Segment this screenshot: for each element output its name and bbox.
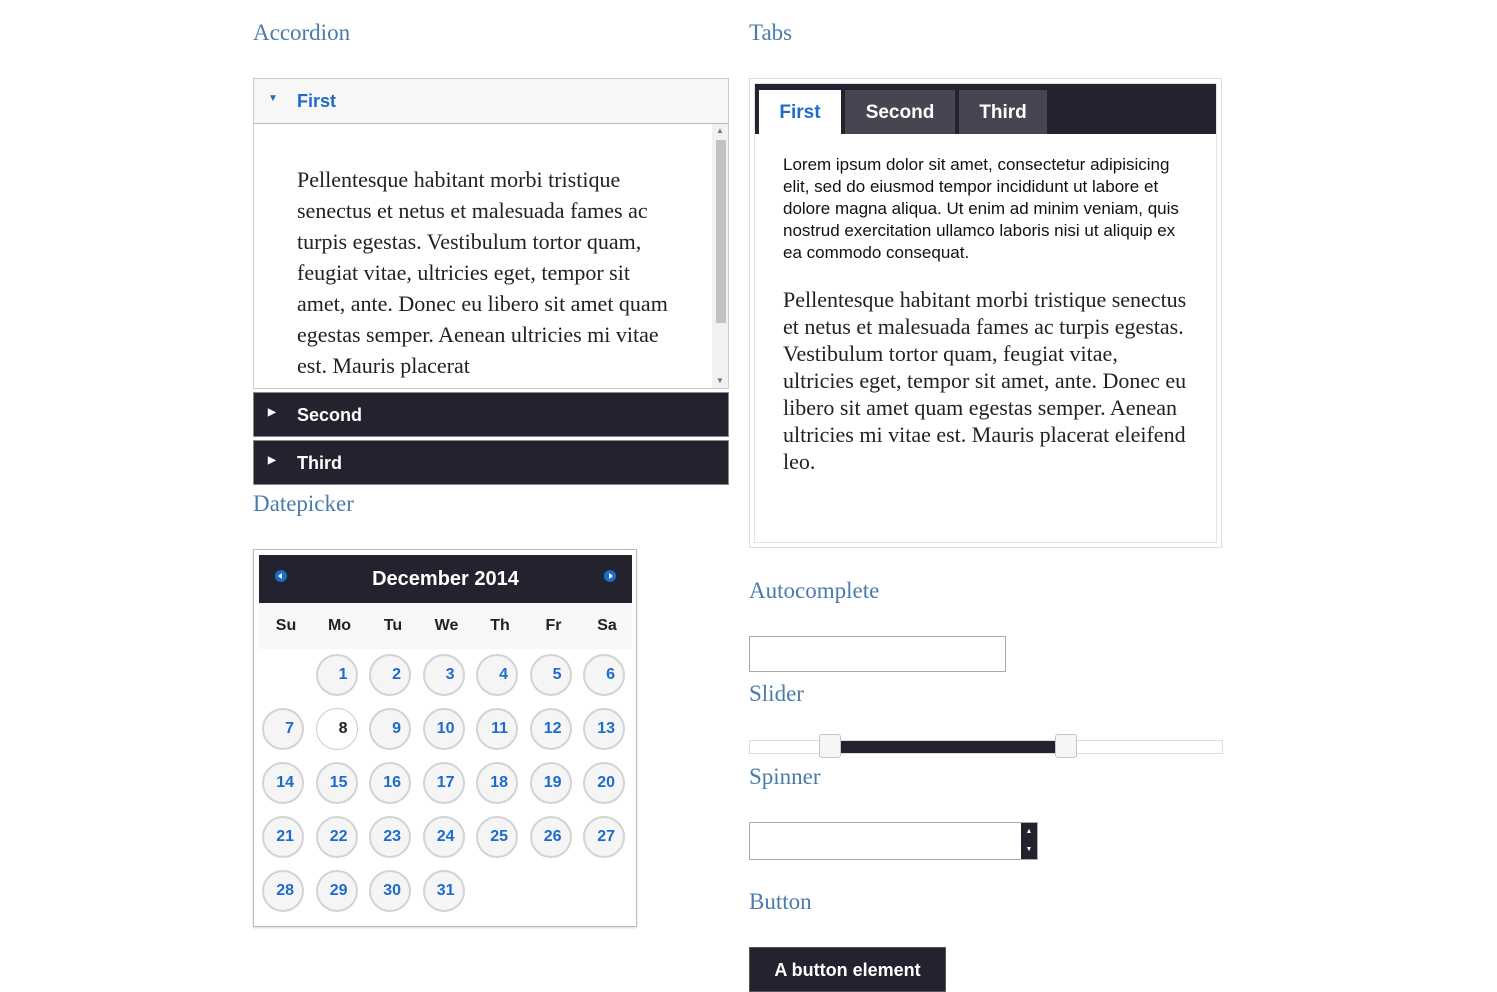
calendar-day-today[interactable]: 8 [315, 708, 358, 750]
calendar-day[interactable]: 29 [315, 870, 358, 912]
weekday-label: Tu [383, 617, 403, 634]
calendar-day[interactable]: 27 [583, 816, 625, 858]
accordion-header-third[interactable]: ▶ Third [253, 440, 729, 485]
tab-panel-paragraph-1: Lorem ipsum dolor sit amet, consectetur … [783, 155, 1179, 262]
spinner-input[interactable] [750, 823, 1018, 859]
accordion-panel-first: Pellentesque habitant morbi tristique se… [253, 124, 729, 389]
weekday-label: Fr [545, 617, 562, 634]
calendar-day[interactable]: 1 [315, 654, 358, 696]
tabs-heading: Tabs [749, 20, 793, 45]
weekday-label: Mo [327, 617, 352, 634]
calendar-day[interactable]: 2 [369, 654, 411, 696]
tab-panel: Lorem ipsum dolor sit amet, consectetur … [783, 154, 1193, 475]
calendar-day[interactable]: 20 [583, 762, 625, 804]
autocomplete-heading: Autocomplete [749, 578, 880, 603]
calendar-day[interactable]: 31 [422, 870, 465, 912]
slider-handle-max[interactable] [1055, 734, 1078, 758]
range-slider[interactable] [749, 734, 1223, 758]
autocomplete-input[interactable] [749, 636, 1006, 672]
weekday-label: Su [275, 617, 297, 634]
slider-handle-min[interactable] [819, 734, 842, 758]
accordion-scrollbar[interactable]: ▲ ▼ [712, 124, 728, 388]
button-heading: Button [749, 889, 812, 914]
calendar-day[interactable]: 13 [583, 708, 625, 750]
accordion-header-first[interactable]: ▼ First [253, 78, 729, 124]
datepicker-title: December 2014 [372, 568, 519, 590]
calendar-day[interactable]: 9 [369, 708, 411, 750]
triangle-right-icon: ▶ [268, 455, 276, 466]
accordion: ▼ First Pellentesque habitant morbi tris… [253, 78, 729, 485]
tab-second[interactable]: Second [845, 90, 955, 134]
calendar-day[interactable]: 25 [476, 816, 518, 858]
calendar-day[interactable]: 18 [476, 762, 518, 804]
calendar-day[interactable]: 24 [422, 816, 465, 858]
spinner: ▲ ▼ [749, 822, 1038, 860]
calendar-day[interactable]: 28 [262, 870, 304, 912]
calendar-day[interactable]: 7 [262, 708, 304, 750]
scroll-down-arrow-icon[interactable]: ▼ [712, 374, 728, 388]
tab-bar: First Second Third [755, 84, 1216, 136]
calendar-day[interactable]: 16 [369, 762, 411, 804]
weekday-label: Th [490, 617, 510, 634]
calendar-day[interactable]: 12 [529, 708, 572, 750]
circle-triangle-right-icon[interactable] [604, 570, 616, 582]
spinner-heading: Spinner [749, 764, 821, 789]
calendar-day[interactable]: 4 [476, 654, 518, 696]
weekday-label: Sa [597, 617, 617, 634]
weekday-label: We [434, 617, 459, 634]
accordion-header-label: Third [297, 453, 342, 473]
datepicker-header: December 2014 [259, 555, 632, 603]
slider-range [830, 741, 1067, 753]
calendar-day[interactable]: 23 [369, 816, 411, 858]
accordion-header-label: First [297, 91, 337, 111]
calendar-day[interactable]: 6 [583, 654, 625, 696]
tab-first[interactable]: First [759, 90, 841, 136]
calendar-day[interactable]: 5 [529, 654, 572, 696]
calendar-day[interactable]: 26 [529, 816, 572, 858]
tab-third[interactable]: Third [959, 90, 1047, 134]
triangle-down-icon[interactable]: ▼ [1021, 841, 1037, 859]
calendar-day[interactable]: 17 [422, 762, 465, 804]
tab-panel-paragraph-2: Pellentesque habitant morbi tristique se… [783, 287, 1187, 474]
accordion-header-second[interactable]: ▶ Second [253, 392, 729, 437]
datepicker: December 2014 Su Mo Tu We Th Fr Sa 1 2 3 4 5 6 7 8 9 10… [253, 549, 637, 927]
tabs-widget: First Second Third Lorem ipsum dolor sit… [749, 78, 1222, 548]
calendar-day[interactable]: 11 [476, 708, 518, 750]
calendar-day[interactable]: 14 [262, 762, 304, 804]
calendar-day[interactable]: 22 [315, 816, 358, 858]
triangle-right-icon: ▶ [268, 407, 276, 418]
scrollbar-thumb[interactable] [716, 140, 726, 323]
button-element[interactable]: A button element [749, 947, 946, 992]
calendar-day[interactable]: 3 [422, 654, 465, 696]
accordion-panel-text: Pellentesque habitant morbi tristique se… [297, 167, 668, 378]
accordion-heading: Accordion [253, 20, 351, 45]
triangle-down-icon: ▼ [268, 93, 278, 104]
triangle-up-icon[interactable]: ▲ [1021, 823, 1037, 841]
calendar-day[interactable]: 19 [529, 762, 572, 804]
tabs-container: First Second Third Lorem ipsum dolor sit… [754, 83, 1217, 543]
calendar-day[interactable]: 21 [262, 816, 304, 858]
scroll-up-arrow-icon[interactable]: ▲ [712, 124, 728, 138]
slider-heading: Slider [749, 681, 804, 706]
calendar-day[interactable]: 30 [369, 870, 411, 912]
weekday-header-row: Su Mo Tu We Th Fr Sa [259, 603, 632, 649]
datepicker-heading: Datepicker [253, 491, 354, 516]
calendar-day[interactable]: 15 [315, 762, 358, 804]
calendar-day[interactable]: 10 [422, 708, 465, 750]
accordion-header-label: Second [297, 405, 363, 425]
